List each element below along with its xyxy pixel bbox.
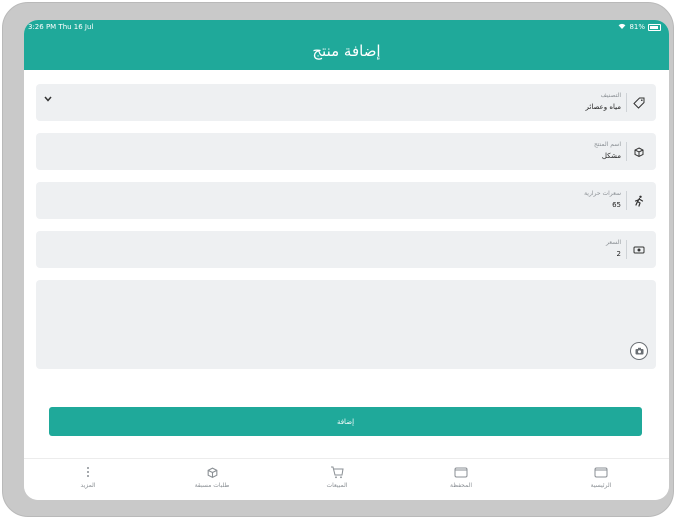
- more-vertical-icon: [81, 466, 95, 479]
- tab-label-home: الرئيسية: [590, 482, 612, 489]
- tablet-frame: 3:26 PM Thu 16 Jul 81% إضافة منتج التصني…: [2, 2, 674, 517]
- tab-label-sales: المبيعات: [326, 482, 348, 489]
- tag-icon: [632, 96, 646, 110]
- tab-wallet[interactable]: المحفظة: [421, 459, 501, 500]
- app-header: 3:26 PM Thu 16 Jul 81% إضافة منتج: [24, 20, 669, 70]
- camera-icon[interactable]: [630, 342, 648, 360]
- calories-field[interactable]: سعرات حرارية 65: [36, 182, 656, 219]
- price-value: 2: [616, 250, 621, 258]
- field-divider: [626, 142, 627, 161]
- category-value: مياه وعصائر: [585, 103, 621, 111]
- tab-more[interactable]: المزيد: [48, 459, 128, 500]
- box-icon: [205, 466, 219, 479]
- price-label: السعر: [605, 239, 621, 246]
- battery-icon: [648, 23, 661, 31]
- category-field[interactable]: التصنيف مياه وعصائر: [36, 84, 656, 121]
- tab-sales[interactable]: المبيعات: [297, 459, 377, 500]
- add-product-button[interactable]: إضافة: [49, 407, 642, 436]
- wallet-icon: [454, 466, 468, 479]
- status-indicators: 81%: [618, 23, 661, 31]
- category-label: التصنيف: [600, 92, 621, 99]
- tab-label-more: المزيد: [80, 482, 96, 489]
- money-icon: [632, 243, 646, 257]
- screen: 3:26 PM Thu 16 Jul 81% إضافة منتج التصني…: [24, 20, 669, 500]
- image-upload-area[interactable]: [36, 280, 656, 369]
- runner-icon: [632, 194, 646, 208]
- calories-label: سعرات حرارية: [584, 190, 621, 197]
- product-name-label: اسم المنتج: [593, 141, 621, 148]
- product-name-field[interactable]: اسم المنتج مشكل: [36, 133, 656, 170]
- tab-pre-orders[interactable]: طلبات مسبقة: [172, 459, 252, 500]
- price-field[interactable]: السعر 2: [36, 231, 656, 268]
- wifi-icon: [618, 23, 626, 31]
- bottom-tab-bar: المزيد طلبات مسبقة المبيعات المحفظة الرئ…: [24, 458, 669, 500]
- home-icon: [594, 466, 608, 479]
- box-icon: [632, 145, 646, 159]
- battery-percent: 81%: [629, 23, 645, 31]
- tab-label-wallet: المحفظة: [449, 482, 472, 489]
- product-name-value: مشكل: [601, 152, 621, 160]
- cart-icon: [330, 466, 344, 479]
- field-divider: [626, 240, 627, 259]
- tab-home[interactable]: الرئيسية: [561, 459, 641, 500]
- page-title: إضافة منتج: [312, 42, 381, 60]
- form-content: التصنيف مياه وعصائر اسم المنتج مشكل سعرا…: [24, 70, 669, 474]
- chevron-down-icon[interactable]: [44, 94, 52, 105]
- calories-value: 65: [612, 201, 621, 209]
- status-time: 3:26 PM Thu 16 Jul: [28, 23, 94, 31]
- tab-label-pre-orders: طلبات مسبقة: [194, 482, 230, 489]
- field-divider: [626, 191, 627, 210]
- field-divider: [626, 93, 627, 112]
